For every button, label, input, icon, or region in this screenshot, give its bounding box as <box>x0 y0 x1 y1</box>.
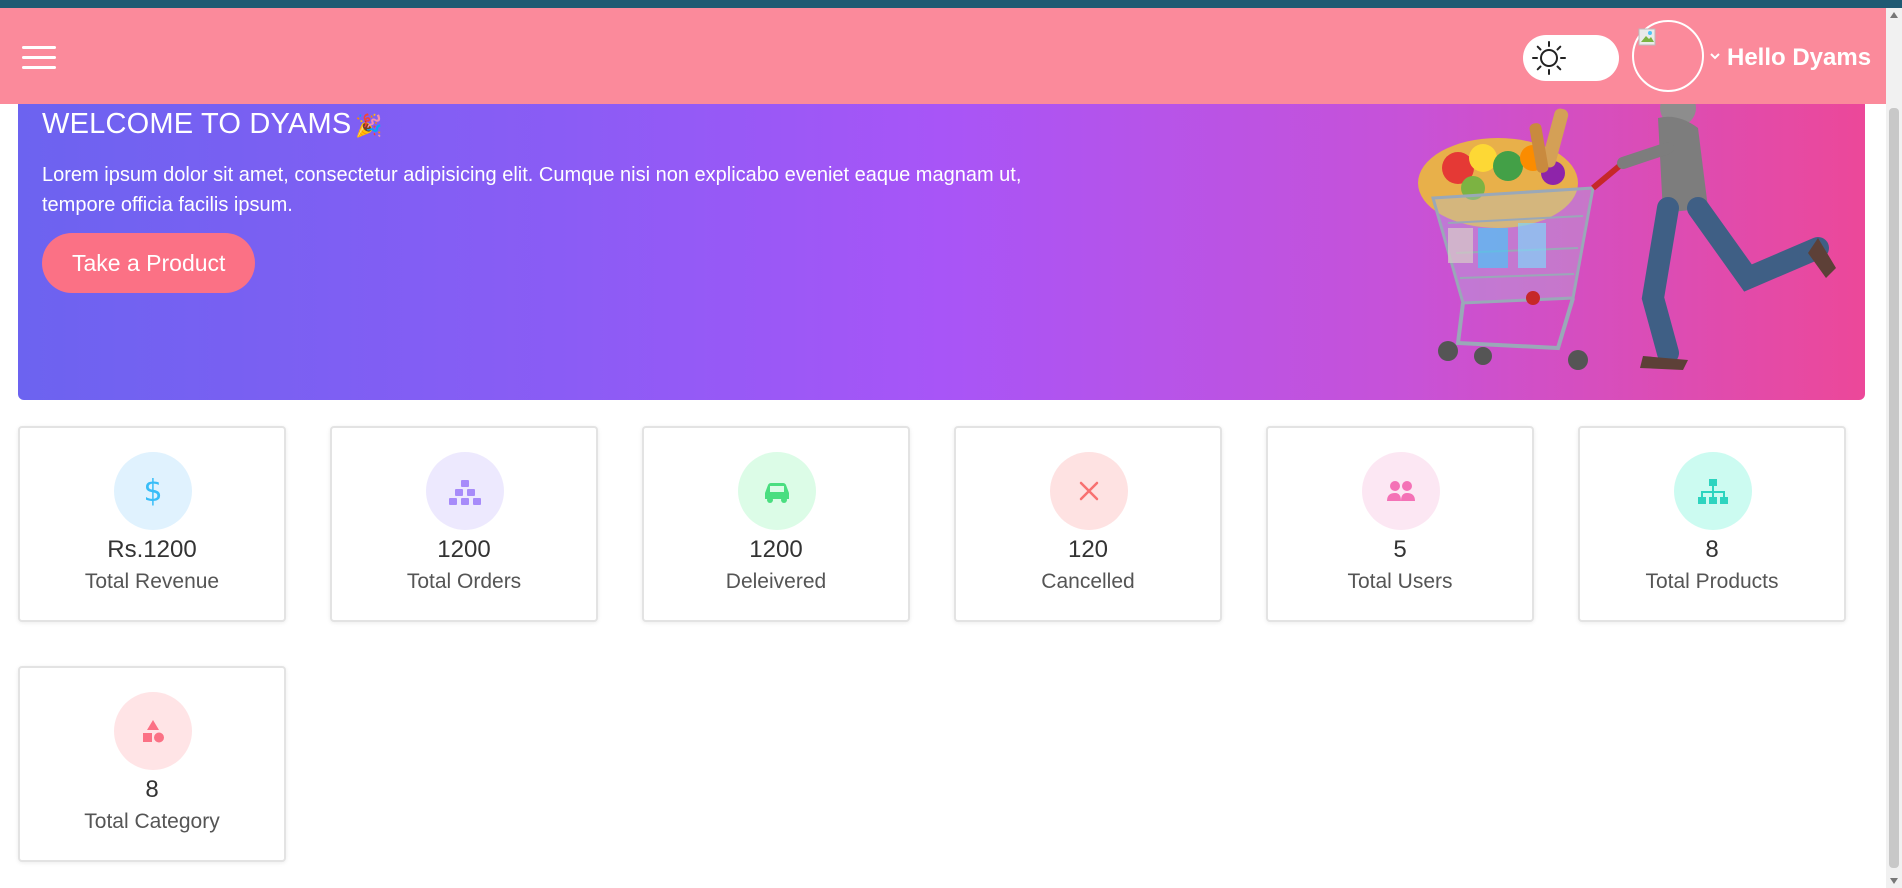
svg-text:$: $ <box>143 474 162 509</box>
vertical-scrollbar[interactable] <box>1886 8 1902 888</box>
boxes-icon <box>449 480 481 505</box>
stat-value: 5 <box>1393 536 1407 563</box>
page-viewport: WELCOME TO DYAMS 🎉 Lorem ipsum dolor sit … <box>0 8 1886 888</box>
stat-value: 8 <box>145 776 159 803</box>
welcome-banner: WELCOME TO DYAMS 🎉 Lorem ipsum dolor sit … <box>18 78 1865 400</box>
stat-label: Cancelled <box>1041 570 1135 593</box>
sitemap-icon <box>1698 479 1728 504</box>
chevron-down-icon[interactable] <box>1709 51 1721 61</box>
take-product-button[interactable]: Take a Product <box>42 233 256 293</box>
stat-label: Total Users <box>1347 570 1453 593</box>
stat-card-delivered: 1200 Deleivered <box>642 426 910 622</box>
stat-value: 1200 <box>437 536 491 563</box>
stat-value: 1200 <box>749 536 803 563</box>
stat-card-total-products: 8 Total Products <box>1578 426 1846 622</box>
stat-card-total-orders: 1200 Total Orders <box>330 426 598 622</box>
stat-card-cancelled: 120 Cancelled <box>954 426 1222 622</box>
scroll-down-icon[interactable] <box>1890 878 1898 884</box>
stat-label: Total Orders <box>406 570 522 593</box>
party-popper-icon: 🎉 <box>355 113 383 138</box>
shapes-icon <box>143 720 164 743</box>
scroll-up-icon[interactable] <box>1890 12 1898 18</box>
shopping-cart-illustration <box>1418 90 1836 370</box>
sun-icon <box>1532 41 1566 75</box>
close-icon <box>1079 481 1099 501</box>
stat-card-total-revenue: $ Rs.1200 Total Revenue <box>18 426 286 622</box>
stat-label: Total Products <box>1645 570 1779 593</box>
users-icon <box>1387 481 1415 501</box>
stat-label: Total Revenue <box>84 570 220 593</box>
scroll-thumb[interactable] <box>1889 108 1899 868</box>
car-icon <box>765 483 789 503</box>
theme-toggle[interactable] <box>1523 35 1619 81</box>
hamburger-icon[interactable] <box>22 46 56 70</box>
stat-value: 8 <box>1705 536 1719 563</box>
stat-value: Rs.1200 <box>107 536 197 563</box>
dollar-icon: $ <box>143 474 162 509</box>
stat-card-total-category: 8 Total Category <box>18 666 286 862</box>
welcome-title: WELCOME TO DYAMS 🎉 <box>42 108 383 140</box>
stat-label: Deleivered <box>725 570 827 593</box>
top-navbar: Hello Dyams <box>0 8 1886 104</box>
stat-label: Total Category <box>84 810 220 833</box>
stat-value: 120 <box>1067 536 1109 563</box>
welcome-text: Lorem ipsum dolor sit amet, consectetur … <box>42 164 1022 216</box>
user-greeting[interactable]: Hello Dyams <box>1727 44 1871 72</box>
stat-card-total-users: 5 Total Users <box>1266 426 1534 622</box>
window-top-strip <box>0 0 1902 8</box>
broken-image-icon <box>1638 28 1656 46</box>
